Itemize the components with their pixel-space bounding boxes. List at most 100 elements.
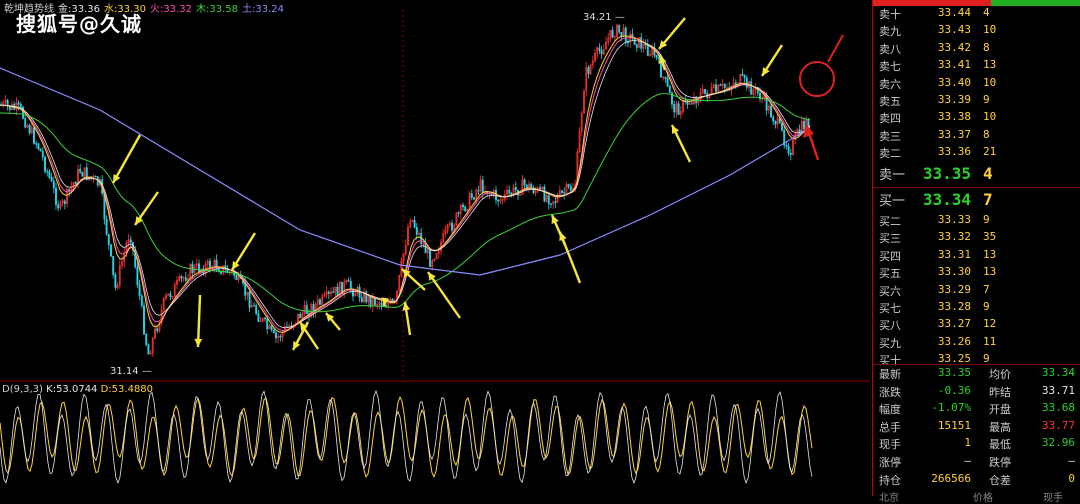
candle-body — [803, 120, 805, 130]
quote-panel: 卖十 33.44 4 卖九 33.43 10 卖八 33.42 8 卖七 33.41 13 卖六 33.4… — [872, 0, 1080, 504]
candle-body — [723, 84, 726, 89]
candle-body — [24, 118, 27, 128]
high-price-label: 34.21 — — [583, 12, 625, 23]
book-price: 33.36 — [937, 145, 971, 159]
candle-body — [497, 199, 500, 202]
book-vol: 4 — [983, 6, 990, 19]
book-price: 33.35 — [922, 164, 971, 183]
footer-label: 价格 — [973, 493, 993, 504]
book-row[interactable]: 卖四 33.38 10 — [873, 110, 1080, 127]
stat-l2: 昨结 — [989, 385, 1011, 399]
candle-body — [17, 102, 20, 105]
stat-l1: 现手 — [879, 438, 901, 452]
candle-body — [563, 192, 566, 194]
book-price: 33.26 — [937, 334, 971, 348]
book-row[interactable]: 卖七 33.41 13 — [873, 58, 1080, 75]
candle-body — [807, 118, 810, 126]
stat-l1: 幅度 — [879, 403, 901, 417]
book-vol: 8 — [983, 40, 990, 54]
candle-body — [180, 276, 183, 279]
candle-body — [257, 313, 260, 322]
candle-body — [347, 280, 350, 282]
candle-body — [561, 190, 563, 193]
book-name: 买九 — [879, 336, 901, 350]
stat-v1: 33.35 — [937, 366, 971, 379]
book-row[interactable]: 卖三 33.37 8 — [873, 128, 1080, 145]
candle-body — [547, 195, 550, 204]
book-row[interactable]: 卖一 33.35 4 — [873, 164, 1080, 183]
kline-chart[interactable] — [0, 0, 870, 496]
candle-body — [52, 180, 55, 189]
book-name: 卖四 — [879, 112, 901, 126]
candle-body — [539, 187, 541, 190]
stat-v2: — — [1068, 454, 1075, 467]
stat-l2: 开盘 — [989, 403, 1011, 417]
stat-row: 涨停 — 跌停 — — [873, 454, 1080, 472]
stat-l2: 最高 — [989, 420, 1011, 434]
book-row[interactable]: 买三 33.32 35 — [873, 230, 1080, 247]
footer-label: 现手 — [1043, 493, 1063, 504]
annotation-arrow — [427, 271, 461, 319]
book-name: 买四 — [879, 249, 901, 263]
book-price: 33.34 — [922, 190, 971, 209]
candle-body — [74, 182, 77, 185]
book-row[interactable]: 买四 33.31 13 — [873, 248, 1080, 265]
stat-v1: — — [964, 454, 971, 467]
book-vol: 21 — [983, 145, 997, 159]
red-pointer-line — [827, 34, 844, 63]
candle-body — [719, 84, 722, 87]
book-row[interactable]: 买八 33.27 12 — [873, 317, 1080, 334]
book-price: 33.38 — [937, 110, 971, 124]
candle-body — [666, 77, 669, 87]
stat-row: 现手 1 最低 32.96 — [873, 436, 1080, 454]
candle-body — [668, 85, 671, 94]
candle-body — [336, 286, 339, 296]
book-price: 33.28 — [937, 300, 971, 313]
candle-body — [110, 244, 112, 257]
stat-row: 最新 33.35 均价 33.34 — [873, 366, 1080, 384]
book-vol: 10 — [983, 75, 997, 89]
candle-body — [305, 305, 308, 314]
book-row[interactable]: 卖六 33.40 10 — [873, 76, 1080, 93]
candle-body — [787, 146, 790, 154]
book-row[interactable]: 卖八 33.42 8 — [873, 41, 1080, 58]
candle-body — [415, 227, 418, 235]
kdj-name: D(9,3,3) — [2, 384, 43, 395]
book-name: 卖五 — [879, 95, 901, 108]
candle-body — [68, 188, 71, 192]
book-row[interactable]: 买二 33.33 9 — [873, 213, 1080, 230]
candle-body — [299, 313, 302, 319]
candle-body — [327, 291, 330, 294]
stat-l2: 均价 — [989, 368, 1011, 381]
candle-body — [429, 249, 431, 268]
book-price: 33.41 — [937, 58, 971, 72]
stats-divider — [873, 364, 1080, 365]
book-row[interactable]: 卖二 33.36 21 — [873, 145, 1080, 162]
indicator-legend: 乾坤趋势线 金:33.36 水:33.30 火:33.32 木:33.58 土:33.24 — [4, 0, 292, 15]
candle-body — [569, 186, 572, 191]
book-row[interactable]: 卖十 33.44 4 — [873, 6, 1080, 23]
book-vol: 4 — [983, 164, 993, 183]
candle-body — [248, 291, 251, 308]
book-row[interactable]: 买五 33.30 13 — [873, 265, 1080, 282]
book-row[interactable]: 买九 33.26 11 — [873, 335, 1080, 352]
candle-body — [464, 206, 467, 212]
kdj-d: D:53.4880 — [100, 384, 154, 395]
candle-body — [543, 186, 546, 202]
candle-body — [554, 201, 557, 203]
book-row[interactable]: 卖九 33.43 10 — [873, 23, 1080, 40]
book-row[interactable]: 买七 33.28 9 — [873, 300, 1080, 317]
candle-body — [28, 125, 31, 134]
candle-body — [266, 318, 269, 330]
book-price: 33.31 — [937, 247, 971, 261]
book-row[interactable]: 买六 33.29 7 — [873, 283, 1080, 300]
stat-v1: 1 — [964, 436, 971, 450]
candle-body — [136, 266, 139, 286]
candle-body — [50, 177, 53, 182]
book-price: 33.30 — [937, 265, 971, 279]
candle-body — [715, 84, 717, 92]
book-row[interactable]: 卖五 33.39 9 — [873, 93, 1080, 110]
book-price: 33.43 — [937, 23, 971, 37]
candle-body — [94, 176, 97, 178]
book-row[interactable]: 买一 33.34 7 — [873, 190, 1080, 209]
